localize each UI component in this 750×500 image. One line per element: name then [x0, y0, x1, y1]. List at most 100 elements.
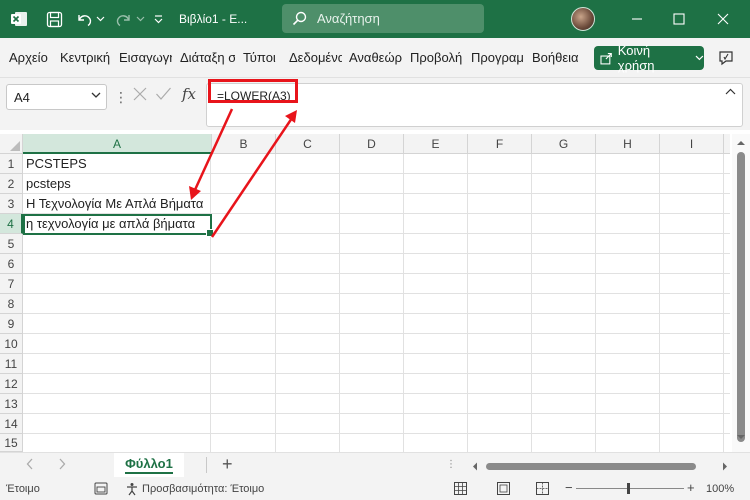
- zoom-in-button[interactable]: +: [687, 480, 695, 495]
- grid-line: [659, 154, 660, 452]
- scroll-down-icon[interactable]: [736, 434, 746, 440]
- redo-dropdown-icon[interactable]: [134, 0, 146, 38]
- avatar[interactable]: [571, 7, 595, 31]
- column-header-d[interactable]: D: [340, 134, 404, 154]
- column-header-f[interactable]: F: [468, 134, 532, 154]
- row-header[interactable]: 9: [0, 314, 23, 334]
- cell-a2[interactable]: pcsteps: [26, 174, 71, 194]
- tab-page-layout[interactable]: Διάταξη σελίδας: [180, 50, 235, 65]
- sheet-tab-label: Φύλλο1: [125, 456, 173, 474]
- window-title[interactable]: Βιβλίο1 - E...: [179, 0, 247, 38]
- page-break-view-icon[interactable]: [536, 482, 549, 495]
- row-header[interactable]: 5: [0, 234, 23, 254]
- grid-line: [275, 154, 276, 452]
- sheet-tab-bar: Φύλλο1 + ⋮: [0, 452, 750, 478]
- more-icon[interactable]: ⋮: [114, 89, 128, 106]
- row-header[interactable]: 3: [0, 194, 23, 214]
- search-box[interactable]: Αναζήτηση: [282, 4, 484, 33]
- vertical-scrollbar[interactable]: [732, 134, 750, 452]
- column-header-g[interactable]: G: [532, 134, 596, 154]
- undo-dropdown-icon[interactable]: [94, 0, 106, 38]
- select-all-button[interactable]: [0, 134, 23, 154]
- row-header[interactable]: 8: [0, 294, 23, 314]
- tab-file[interactable]: Αρχείο: [9, 50, 54, 65]
- grid-line: [467, 154, 468, 452]
- share-button[interactable]: Κοινή χρήση: [594, 43, 704, 73]
- status-ready: Έτοιμο: [6, 483, 40, 495]
- tab-divider: [206, 457, 207, 473]
- chevron-left-icon[interactable]: [26, 458, 34, 470]
- undo-icon[interactable]: [74, 0, 94, 38]
- formula-bar: A4 ⋮ fx =LOWER(A3): [0, 78, 750, 130]
- insert-function-button[interactable]: fx: [182, 85, 196, 103]
- row-header-selected[interactable]: 4: [0, 214, 23, 234]
- tab-data[interactable]: Δεδομένα: [289, 50, 342, 65]
- row-header[interactable]: 15: [0, 434, 23, 452]
- tab-developer[interactable]: Προγραμματιστής: [471, 50, 524, 65]
- formula-highlight-box: [208, 79, 298, 103]
- search-icon: [292, 11, 307, 26]
- grid-line: [723, 154, 724, 452]
- maximize-icon[interactable]: [667, 0, 691, 38]
- tab-insert[interactable]: Εισαγωγή: [119, 50, 172, 65]
- row-header[interactable]: 10: [0, 334, 23, 354]
- cell-a3[interactable]: Η Τεχνολογία Με Απλά Βήματα: [26, 194, 203, 214]
- save-icon[interactable]: [44, 0, 64, 38]
- row-header[interactable]: 14: [0, 414, 23, 434]
- chevron-down-icon[interactable]: [91, 92, 101, 99]
- chevron-up-icon[interactable]: [725, 88, 736, 95]
- status-accessibility[interactable]: Προσβασιμότητα: Έτοιμο: [142, 483, 264, 495]
- cancel-icon[interactable]: [132, 86, 148, 105]
- close-icon[interactable]: [711, 0, 735, 38]
- comment-icon[interactable]: [712, 46, 740, 70]
- row-header[interactable]: 13: [0, 394, 23, 414]
- page-layout-view-icon[interactable]: [497, 482, 510, 495]
- horizontal-scrollbar[interactable]: [468, 460, 732, 472]
- row-header[interactable]: 12: [0, 374, 23, 394]
- sheet-tab-active[interactable]: Φύλλο1: [114, 453, 184, 477]
- minimize-icon[interactable]: [625, 0, 649, 38]
- zoom-slider-knob[interactable]: [627, 483, 630, 494]
- zoom-slider-track[interactable]: [576, 488, 684, 489]
- customize-toolbar-icon[interactable]: [152, 0, 164, 38]
- zoom-level[interactable]: 100%: [706, 483, 734, 495]
- add-sheet-button[interactable]: +: [222, 454, 233, 475]
- redo-icon[interactable]: [114, 0, 134, 38]
- column-header-b[interactable]: B: [212, 134, 276, 154]
- column-header-i[interactable]: I: [660, 134, 724, 154]
- row-header[interactable]: 1: [0, 154, 23, 174]
- tab-view[interactable]: Προβολή: [410, 50, 464, 65]
- name-box[interactable]: A4: [6, 84, 107, 110]
- cell-a1[interactable]: PCSTEPS: [26, 154, 87, 174]
- horizontal-scroll-thumb[interactable]: [486, 463, 696, 470]
- grid-line: [595, 154, 596, 452]
- chevron-right-icon[interactable]: [58, 458, 66, 470]
- column-header-e[interactable]: E: [404, 134, 468, 154]
- search-placeholder: Αναζήτηση: [317, 11, 380, 26]
- zoom-out-button[interactable]: −: [565, 480, 573, 495]
- tab-formulas[interactable]: Τύποι: [243, 50, 281, 65]
- scroll-left-icon[interactable]: [472, 462, 478, 471]
- scroll-up-icon[interactable]: [736, 140, 746, 146]
- normal-view-icon[interactable]: [454, 482, 467, 495]
- column-header-a[interactable]: A: [23, 134, 212, 154]
- row-header[interactable]: 11: [0, 354, 23, 374]
- row-header[interactable]: 6: [0, 254, 23, 274]
- column-header-h[interactable]: H: [596, 134, 660, 154]
- excel-icon[interactable]: [9, 0, 29, 38]
- grid-line: [531, 154, 532, 452]
- tab-help[interactable]: Βοήθεια: [532, 50, 584, 65]
- more-icon[interactable]: ⋮: [446, 459, 456, 470]
- column-header-c[interactable]: C: [276, 134, 340, 154]
- row-header[interactable]: 2: [0, 174, 23, 194]
- grid-line: [339, 154, 340, 452]
- enter-icon[interactable]: [155, 86, 172, 105]
- vertical-scroll-thumb[interactable]: [737, 152, 745, 442]
- accessibility-icon[interactable]: [125, 482, 139, 496]
- row-header[interactable]: 7: [0, 274, 23, 294]
- tab-review[interactable]: Αναθεώρηση: [349, 50, 402, 65]
- spreadsheet-grid[interactable]: A B C D E F G H I 1 2 3 4 5 6 7 8 9 10 1…: [0, 134, 730, 452]
- macro-icon[interactable]: [94, 482, 108, 495]
- tab-home[interactable]: Κεντρική: [60, 50, 112, 65]
- scroll-right-icon[interactable]: [722, 462, 728, 471]
